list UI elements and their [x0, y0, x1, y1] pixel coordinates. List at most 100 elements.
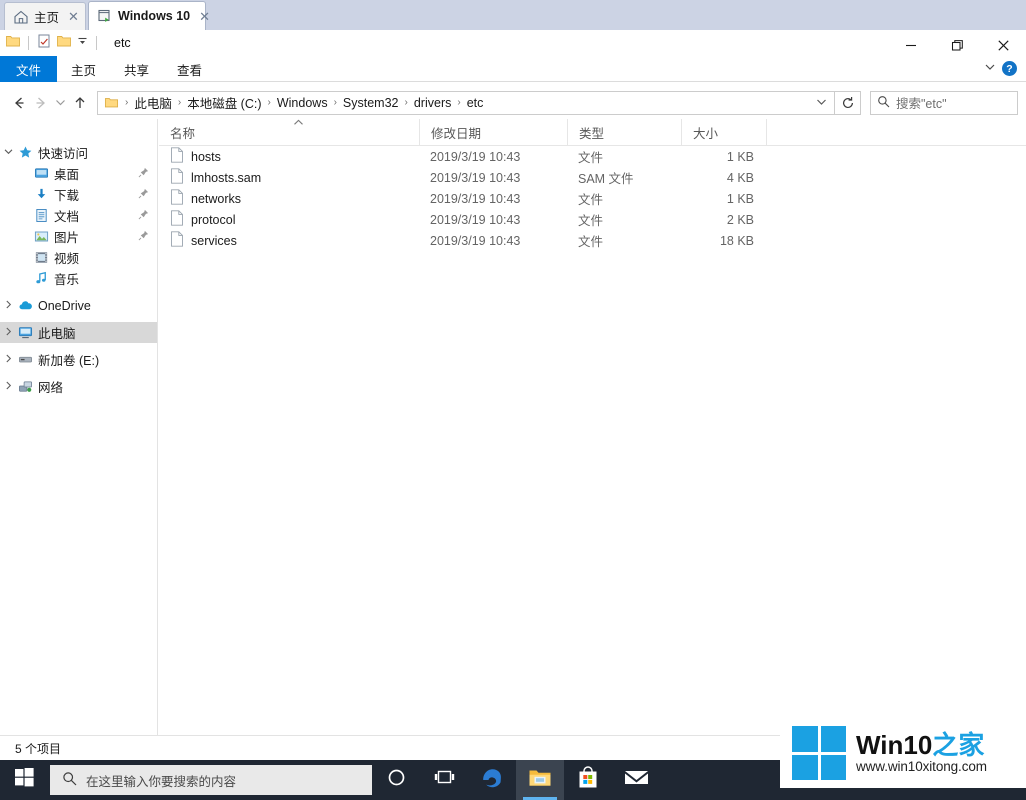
- file-icon: [170, 231, 184, 250]
- sidebar-item-downloads[interactable]: › 下载: [0, 184, 157, 205]
- desktop-icon: [32, 166, 50, 181]
- sidebar-item-pictures[interactable]: › 图片: [0, 226, 157, 247]
- chevron-right-icon[interactable]: [0, 354, 16, 365]
- tab-windows10-close-icon[interactable]: ✕: [195, 10, 210, 23]
- sidebar-item-quick-access[interactable]: 快速访问: [0, 142, 157, 163]
- address-bar: › 此电脑 › 本地磁盘 (C:) › Windows › System32 ›…: [0, 86, 1026, 119]
- sort-ascending-icon: [293, 119, 304, 128]
- breadcrumb-item-4[interactable]: drivers: [412, 96, 454, 110]
- table-row[interactable]: networks 2019/3/19 10:43 文件 1 KB: [159, 188, 1026, 209]
- sidebar-item-desktop[interactable]: › 桌面: [0, 163, 157, 184]
- file-icon: [170, 210, 184, 229]
- taskbar-search-input[interactable]: 在这里输入你要搜索的内容: [86, 771, 236, 790]
- explorer-body: 快速访问 › 桌面 ›: [0, 118, 1026, 735]
- breadcrumb-sep-1[interactable]: ›: [174, 97, 185, 108]
- sidebar-item-quick-access-label: 快速访问: [38, 147, 89, 161]
- breadcrumb-item-5[interactable]: etc: [465, 96, 486, 110]
- table-row[interactable]: protocol 2019/3/19 10:43 文件 2 KB: [159, 209, 1026, 230]
- folder-icon[interactable]: [5, 33, 21, 54]
- file-list: hosts 2019/3/19 10:43 文件 1 KB lmhosts.sa…: [159, 146, 1026, 251]
- sidebar-item-onedrive-label: OneDrive: [38, 298, 91, 313]
- qat-customize-chevron-down-icon[interactable]: [76, 34, 89, 52]
- pin-icon[interactable]: [138, 188, 149, 202]
- forward-button[interactable]: [30, 91, 52, 115]
- microsoft-store-button[interactable]: [564, 760, 612, 800]
- file-name-cell[interactable]: hosts: [159, 147, 419, 166]
- star-icon: [16, 145, 34, 160]
- chevron-right-icon[interactable]: [0, 327, 16, 338]
- properties-icon[interactable]: [36, 33, 52, 54]
- back-button[interactable]: [8, 91, 30, 115]
- tab-home[interactable]: 主页 ✕: [4, 2, 86, 30]
- sidebar-item-onedrive[interactable]: OneDrive: [0, 295, 157, 316]
- file-name-cell[interactable]: protocol: [159, 210, 419, 229]
- breadcrumb-item-0[interactable]: 此电脑: [132, 93, 174, 112]
- chevron-right-icon[interactable]: [0, 381, 16, 392]
- sidebar-item-videos[interactable]: › 视频: [0, 247, 157, 268]
- sidebar-item-downloads-label: 下载: [54, 189, 80, 203]
- sidebar-item-new-volume-e[interactable]: 新加卷 (E:): [0, 349, 157, 370]
- sidebar-item-music[interactable]: › 音乐: [0, 268, 157, 289]
- breadcrumb-sep-2[interactable]: ›: [264, 97, 275, 108]
- tab-windows10[interactable]: Windows 10 ✕: [88, 1, 210, 30]
- breadcrumb-sep-5[interactable]: ›: [453, 97, 464, 108]
- column-header-spacer[interactable]: [766, 118, 826, 146]
- chevron-down-icon[interactable]: [0, 147, 16, 158]
- task-view-button[interactable]: [420, 760, 468, 800]
- breadcrumb-item-3[interactable]: System32: [341, 96, 401, 110]
- breadcrumb-sep-3[interactable]: ›: [330, 97, 341, 108]
- address-dropdown-chevron-down-icon[interactable]: [810, 96, 832, 110]
- breadcrumb-sep-4[interactable]: ›: [401, 97, 412, 108]
- tab-home-ribbon[interactable]: 主页: [57, 56, 110, 82]
- tab-home-close-icon[interactable]: ✕: [64, 10, 79, 23]
- qat-divider-2: [96, 36, 97, 50]
- file-name-cell[interactable]: networks: [159, 189, 419, 208]
- refresh-button[interactable]: [835, 90, 861, 115]
- table-row[interactable]: hosts 2019/3/19 10:43 文件 1 KB: [159, 146, 1026, 167]
- column-header-date-modified[interactable]: 修改日期: [419, 118, 567, 146]
- breadcrumb-item-2[interactable]: Windows: [275, 96, 330, 110]
- mail-icon: [624, 768, 649, 792]
- column-header-name[interactable]: 名称: [159, 119, 419, 146]
- pin-icon[interactable]: [138, 167, 149, 181]
- sidebar-item-videos-label: 视频: [54, 252, 80, 266]
- pin-icon[interactable]: [138, 230, 149, 244]
- tab-view[interactable]: 查看: [163, 56, 216, 82]
- table-row[interactable]: lmhosts.sam 2019/3/19 10:43 SAM 文件 4 KB: [159, 167, 1026, 188]
- file-name-label: services: [191, 233, 237, 248]
- mail-button[interactable]: [612, 760, 660, 800]
- table-row[interactable]: services 2019/3/19 10:43 文件 18 KB: [159, 230, 1026, 251]
- column-header-size[interactable]: 大小: [681, 118, 766, 146]
- file-explorer-button[interactable]: [516, 760, 564, 800]
- item-count-label: 5 个项目: [15, 741, 62, 756]
- file-name-cell[interactable]: lmhosts.sam: [159, 168, 419, 187]
- search-input[interactable]: 搜索"etc": [896, 93, 947, 112]
- breadcrumb-item-1[interactable]: 本地磁盘 (C:): [185, 93, 263, 112]
- file-name-cell[interactable]: services: [159, 231, 419, 250]
- pin-icon[interactable]: [138, 209, 149, 223]
- up-button[interactable]: [69, 91, 91, 115]
- new-folder-icon[interactable]: [56, 33, 72, 54]
- breadcrumb-bar[interactable]: › 此电脑 › 本地磁盘 (C:) › Windows › System32 ›…: [97, 90, 835, 115]
- start-button[interactable]: [0, 760, 48, 800]
- tab-file[interactable]: 文件: [0, 56, 58, 82]
- sidebar-item-this-pc[interactable]: 此电脑: [0, 322, 157, 343]
- search-box[interactable]: 搜索"etc": [870, 90, 1018, 115]
- chevron-right-icon[interactable]: [0, 300, 16, 311]
- explorer-tab-icon: [97, 8, 113, 24]
- help-icon[interactable]: ?: [1002, 61, 1017, 76]
- cortana-button[interactable]: [372, 760, 420, 800]
- sidebar-item-documents[interactable]: › 文档: [0, 205, 157, 226]
- ribbon-right-controls: ?: [984, 56, 1026, 81]
- pictures-icon: [32, 229, 50, 244]
- column-header-type[interactable]: 类型: [567, 118, 681, 146]
- watermark-text: Win10之家 www.win10xitong.com: [856, 731, 987, 774]
- edge-button[interactable]: [468, 760, 516, 800]
- tab-share[interactable]: 共享: [110, 56, 163, 82]
- navigation-pane[interactable]: 快速访问 › 桌面 ›: [0, 119, 158, 735]
- ribbon-collapse-chevron-down-icon[interactable]: [984, 60, 996, 78]
- download-icon: [32, 187, 50, 202]
- recent-locations-chevron-down-icon[interactable]: [52, 91, 69, 115]
- sidebar-item-network[interactable]: 网络: [0, 376, 157, 397]
- taskbar-search-box[interactable]: 在这里输入你要搜索的内容: [50, 765, 372, 795]
